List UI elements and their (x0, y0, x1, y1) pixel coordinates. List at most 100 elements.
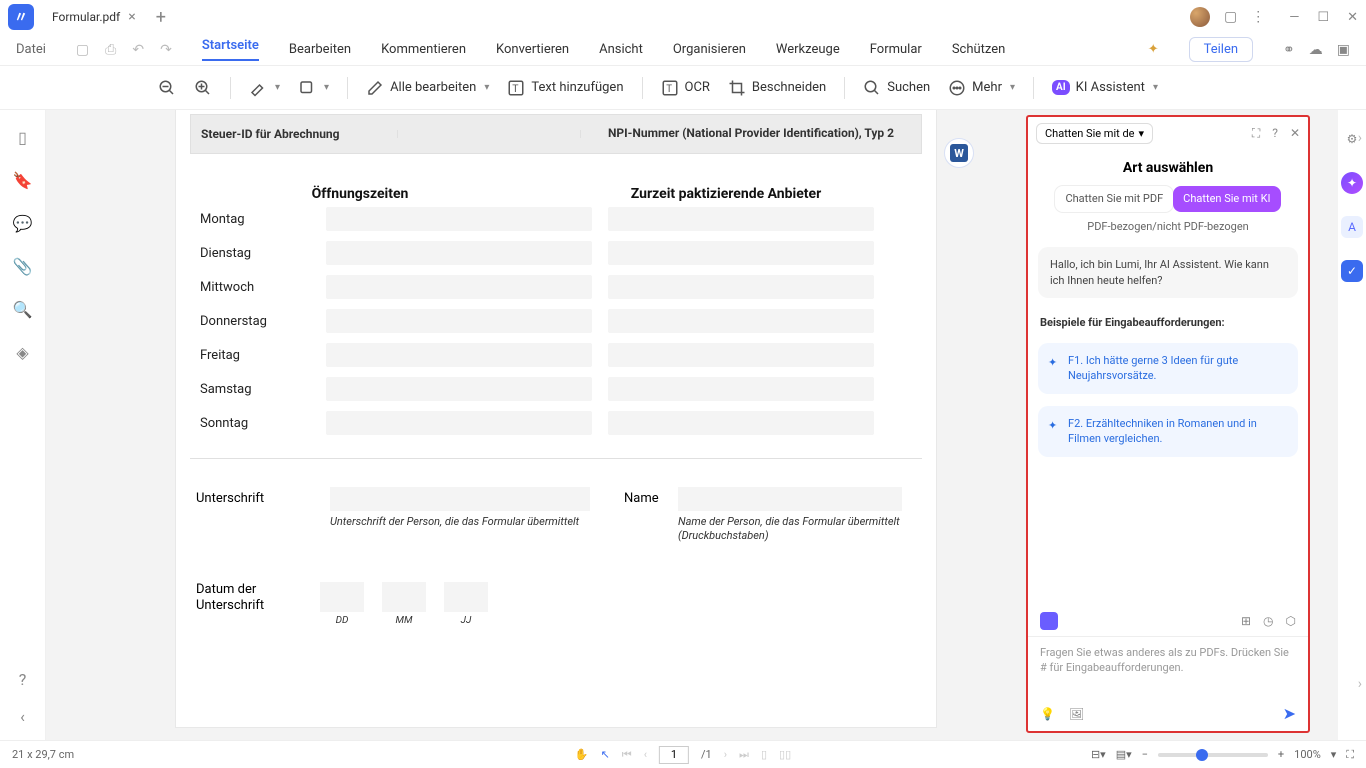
ai-prompt-example-1[interactable]: F1. Ich hätte gerne 3 Ideen für gute Neu… (1038, 343, 1298, 394)
share-button[interactable]: Teilen (1189, 37, 1253, 62)
fit-width-icon[interactable]: ⊟▾ (1091, 748, 1106, 761)
first-page-icon[interactable]: ⏮ (622, 748, 632, 762)
ai-send-button[interactable]: ➤ (1283, 704, 1296, 723)
ai-tab-ki[interactable]: Chatten Sie mit KI (1173, 186, 1280, 212)
zoom-out-status-icon[interactable]: − (1142, 748, 1148, 761)
menu-organisieren[interactable]: Organisieren (673, 42, 746, 57)
zoom-slider[interactable] (1158, 753, 1268, 757)
hours-field[interactable] (326, 309, 592, 333)
document-canvas[interactable]: W Steuer-ID für Abrechnung NPI-Nummer (N… (46, 110, 1338, 740)
search-button[interactable]: Suchen (863, 79, 930, 97)
highlighter-button[interactable]: ▾ (249, 79, 280, 97)
signature-field[interactable] (330, 487, 590, 511)
ai-tab-pdf[interactable]: Chatten Sie mit PDF (1055, 186, 1173, 212)
date-jj-field[interactable] (444, 582, 488, 612)
menu-konvertieren[interactable]: Konvertieren (496, 42, 569, 57)
menu-schuetzen[interactable]: Schützen (952, 42, 1006, 57)
name-field[interactable] (678, 487, 902, 511)
close-tab-icon[interactable]: × (128, 9, 135, 25)
menu-file[interactable]: Datei (16, 42, 46, 57)
more-button[interactable]: Mehr▾ (948, 79, 1015, 97)
collapse-left-icon[interactable]: ‹ (20, 707, 25, 726)
bookmarks-icon[interactable]: 🔖 (13, 171, 33, 190)
date-mm-field[interactable] (382, 582, 426, 612)
cloud-upload-icon[interactable]: ☁ (1309, 42, 1323, 58)
ai-help-icon[interactable]: ? (1272, 126, 1278, 141)
menu-werkzeuge[interactable]: Werkzeuge (776, 42, 840, 57)
search-panel-icon[interactable]: 🔍 (13, 300, 33, 319)
ai-mode-dropdown[interactable]: Chatten Sie mit de▾ (1036, 123, 1153, 144)
provider-field[interactable] (608, 377, 874, 401)
print-icon[interactable]: ⎙ (105, 42, 116, 58)
date-dd-field[interactable] (320, 582, 364, 612)
export-word-icon[interactable]: W (944, 138, 974, 168)
select-tool-icon[interactable]: ↖ (601, 748, 610, 761)
ai-idea-icon[interactable]: 💡 (1040, 707, 1055, 721)
comments-icon[interactable]: 💬 (13, 214, 33, 233)
ai-prompt-example-2[interactable]: F2. Erzähltechniken in Romanen und in Fi… (1038, 406, 1298, 457)
provider-field[interactable] (608, 207, 874, 231)
add-tab-button[interactable]: + (146, 7, 176, 28)
tax-id-field[interactable] (397, 130, 581, 138)
hand-tool-icon[interactable]: ✋ (575, 748, 589, 761)
window-close-icon[interactable]: ✕ (1347, 10, 1358, 25)
last-page-icon[interactable]: ⏭ (739, 748, 749, 762)
attachments-icon[interactable]: 📎 (13, 257, 33, 276)
shape-button[interactable]: ▾ (298, 79, 329, 97)
provider-field[interactable] (608, 275, 874, 299)
single-page-icon[interactable]: ▯ (761, 748, 767, 761)
page-number-input[interactable] (659, 746, 689, 764)
hours-field[interactable] (326, 207, 592, 231)
crop-button[interactable]: Beschneiden (728, 79, 826, 97)
ai-attach-image-icon[interactable]: 🖼 (1069, 707, 1084, 721)
provider-field[interactable] (608, 411, 874, 435)
chat-icon[interactable]: ▢ (1224, 9, 1237, 25)
ai-expand-icon[interactable]: ⛶ (1252, 126, 1260, 141)
fit-page-icon[interactable]: ▤▾ (1116, 748, 1132, 761)
ai-settings-icon[interactable]: ⬡ (1286, 614, 1296, 628)
menu-ansicht[interactable]: Ansicht (599, 42, 643, 57)
ai-prompt-input[interactable]: Fragen Sie etwas anderes als zu PDFs. Dr… (1028, 636, 1308, 696)
zoom-out-button[interactable] (158, 79, 176, 97)
two-page-icon[interactable]: ▯▯ (779, 748, 791, 761)
menu-startseite[interactable]: Startseite (202, 38, 259, 61)
scroll-right-icon[interactable]: › (1358, 130, 1362, 146)
prev-page-icon[interactable]: ‹ (644, 748, 647, 761)
ai-history-icon[interactable]: ◷ (1263, 614, 1273, 628)
menu-kommentieren[interactable]: Kommentieren (381, 42, 466, 57)
fullscreen-icon[interactable]: ⛶ (1346, 748, 1354, 762)
provider-field[interactable] (608, 343, 874, 367)
share-network-icon[interactable]: ⚭ (1283, 42, 1295, 58)
provider-field[interactable] (608, 241, 874, 265)
menu-bearbeiten[interactable]: Bearbeiten (289, 42, 351, 57)
hours-field[interactable] (326, 411, 592, 435)
undo-icon[interactable]: ↶ (132, 42, 144, 58)
scroll-right-bottom-icon[interactable]: › (1358, 676, 1362, 692)
ai-doc-context-icon[interactable] (1040, 612, 1058, 630)
hours-field[interactable] (326, 241, 592, 265)
provider-field[interactable] (608, 309, 874, 333)
thumbnails-icon[interactable]: ▯ (18, 128, 27, 147)
ai-add-image-icon[interactable]: ⊞ (1241, 614, 1251, 628)
redo-icon[interactable]: ↷ (160, 42, 172, 58)
edit-all-button[interactable]: Alle bearbeiten▾ (366, 79, 489, 97)
save-icon[interactable]: ▣ (1337, 42, 1350, 58)
ai-close-icon[interactable]: ✕ (1290, 126, 1300, 141)
window-minimize-icon[interactable]: — (1289, 10, 1299, 25)
ai-assistant-button[interactable]: AIKI Assistent▾ (1052, 80, 1158, 95)
add-text-button[interactable]: TText hinzufügen (507, 79, 623, 97)
next-page-icon[interactable]: › (724, 748, 727, 761)
layers-icon[interactable]: ◈ (16, 343, 28, 362)
open-icon[interactable]: ▢ (76, 42, 89, 58)
help-icon[interactable]: ? (19, 670, 27, 689)
hours-field[interactable] (326, 275, 592, 299)
lightbulb-icon[interactable]: ✦ (1148, 42, 1159, 57)
ocr-button[interactable]: TOCR (661, 79, 710, 97)
user-avatar[interactable] (1190, 7, 1210, 27)
menu-formular[interactable]: Formular (870, 42, 922, 57)
window-maximize-icon[interactable]: ☐ (1317, 10, 1329, 25)
document-tab[interactable]: Formular.pdf × (42, 2, 146, 32)
hours-field[interactable] (326, 343, 592, 367)
more-icon[interactable]: ⋮ (1251, 9, 1265, 25)
zoom-in-button[interactable] (194, 79, 212, 97)
